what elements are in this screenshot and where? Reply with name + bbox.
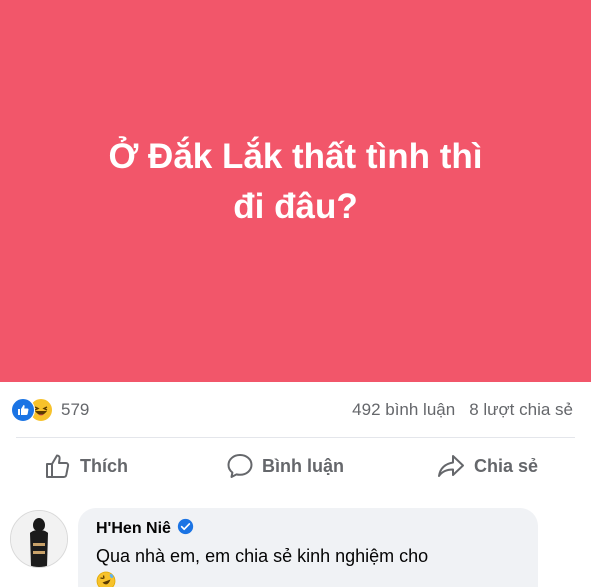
share-button[interactable]: Chia sẻ [436,452,538,480]
post-text-line-1: Ở Đắk Lắk thất tình thì [108,137,483,176]
engagement-counts: 492 bình luận 8 lượt chia sẻ [352,400,573,420]
share-label: Chia sẻ [474,455,539,476]
comment-count[interactable]: 492 bình luận [352,400,455,420]
comment-author-name: H'Hen Niê [96,520,171,537]
action-bar: Thích Bình luận Chia sẻ [0,444,591,490]
comment-label: Bình luận [262,455,344,476]
avatar[interactable] [10,510,68,568]
post-stats: 579 492 bình luận 8 lượt chia sẻ [0,388,591,432]
reactions-summary[interactable]: 579 [11,398,89,422]
post-text-line-2: đi đâu? [233,187,358,226]
divider [16,437,575,438]
comment-text: Qua nhà em, em chia sẻ kinh nghiệm cho [96,543,536,587]
comment: H'Hen Niê Qua nhà em, em chia sẻ kinh ng… [0,506,591,587]
facebook-post: Ở Đắk Lắk thất tình thì đi đâu? 579 492 … [0,0,591,587]
reaction-count: 579 [61,400,90,419]
like-label: Thích [80,455,128,476]
thumbs-up-icon [44,452,72,480]
rolling-on-floor-laughing-emoji [96,571,116,587]
verified-badge-icon [177,518,194,540]
comment-author[interactable]: H'Hen Niê [96,518,194,540]
comment-bubble: H'Hen Niê Qua nhà em, em chia sẻ kinh ng… [78,508,538,587]
like-icon [11,398,35,422]
share-arrow-icon [436,452,466,480]
share-count[interactable]: 8 lượt chia sẻ [469,400,573,420]
like-button[interactable]: Thích [44,452,128,480]
status-post-card: Ở Đắk Lắk thất tình thì đi đâu? [0,0,591,382]
post-text: Ở Đắk Lắk thất tình thì đi đâu? [36,132,556,232]
comment-body: Qua nhà em, em chia sẻ kinh nghiệm cho [96,546,429,566]
comment-button[interactable]: Bình luận [226,452,344,480]
comment-bubble-icon [226,452,254,480]
